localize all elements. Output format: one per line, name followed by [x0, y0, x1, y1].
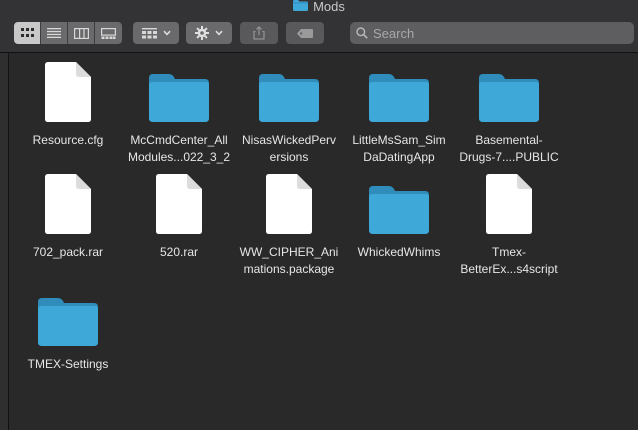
- folder-item[interactable]: McCmdCenter_All Modules...022_3_2: [124, 60, 234, 172]
- column-view-button[interactable]: [68, 22, 95, 44]
- file-label: 702_pack.rar: [32, 245, 104, 259]
- search-icon: [356, 27, 368, 39]
- folder-label: TMEX-Settings: [27, 357, 109, 371]
- document-icon: [156, 174, 202, 234]
- folder-item[interactable]: TMEX-Settings: [13, 284, 123, 396]
- folder-label: NisasWickedPerv ersions: [241, 133, 337, 164]
- folder-icon: [369, 186, 429, 234]
- columns-icon: [73, 27, 89, 39]
- folder-label: Basemental- Drugs-7....PUBLIC: [459, 133, 559, 164]
- group-by-button[interactable]: [133, 22, 179, 44]
- gallery-view-button[interactable]: [95, 22, 122, 44]
- file-item[interactable]: Resource.cfg: [13, 60, 123, 172]
- file-item[interactable]: WW_CIPHER_Ani mations.package: [234, 172, 344, 284]
- sidebar-edge: [0, 53, 9, 430]
- folder-icon: [38, 298, 98, 346]
- file-grid: Resource.cfg McCmdCenter_All Modules...02…: [0, 53, 638, 430]
- tag-icon: [297, 28, 313, 38]
- tags-button[interactable]: [286, 22, 324, 44]
- chevron-down-icon: [162, 30, 171, 36]
- search-field[interactable]: [350, 22, 634, 44]
- share-icon: [253, 26, 265, 40]
- list-icon: [47, 28, 61, 38]
- list-view-button[interactable]: [41, 22, 68, 44]
- document-icon: [486, 174, 532, 234]
- gear-icon: [195, 26, 209, 40]
- folder-item[interactable]: Basemental- Drugs-7....PUBLIC: [454, 60, 564, 172]
- finder-window: Mods Search Resource.cfg McCmdCenter_All…: [0, 0, 638, 430]
- folder-label: LittleMsSam_Sim DaDatingApp: [352, 133, 446, 164]
- folder-icon: [293, 0, 309, 11]
- toolbar: [0, 22, 638, 44]
- view-mode-control: [14, 22, 122, 44]
- folder-icon: [149, 74, 209, 122]
- chevron-down-icon: [215, 30, 223, 36]
- title-bar: Mods: [0, 0, 638, 53]
- folder-item[interactable]: LittleMsSam_Sim DaDatingApp: [344, 60, 454, 172]
- file-label: Resource.cfg: [32, 133, 104, 147]
- folder-icon: [259, 74, 319, 122]
- document-icon: [45, 174, 91, 234]
- window-title-text: Mods: [313, 0, 345, 14]
- file-item[interactable]: 702_pack.rar: [13, 172, 123, 284]
- folder-item[interactable]: NisasWickedPerv ersions: [234, 60, 344, 172]
- grid-icon: [20, 28, 34, 37]
- folder-icon: [479, 74, 539, 122]
- document-icon: [266, 174, 312, 234]
- folder-icon: [369, 74, 429, 122]
- document-icon: [45, 62, 91, 122]
- window-title: Mods: [0, 0, 638, 16]
- file-label: Tmex- BetterEx...s4script: [460, 245, 558, 276]
- file-label: 520.rar: [159, 245, 199, 259]
- icon-view-button[interactable]: [14, 22, 41, 44]
- search-input[interactable]: [373, 25, 613, 41]
- file-item[interactable]: Tmex- BetterEx...s4script: [454, 172, 564, 284]
- share-button[interactable]: [240, 22, 278, 44]
- file-item[interactable]: 520.rar: [124, 172, 234, 284]
- folder-label: WhickedWhims: [357, 245, 441, 259]
- folder-item[interactable]: WhickedWhims: [344, 172, 454, 284]
- folder-label: McCmdCenter_All Modules...022_3_2: [127, 133, 231, 164]
- file-label: WW_CIPHER_Ani mations.package: [239, 245, 339, 276]
- gallery-icon: [101, 27, 116, 39]
- action-menu-button[interactable]: [186, 22, 232, 44]
- group-grid-icon: [141, 27, 157, 38]
